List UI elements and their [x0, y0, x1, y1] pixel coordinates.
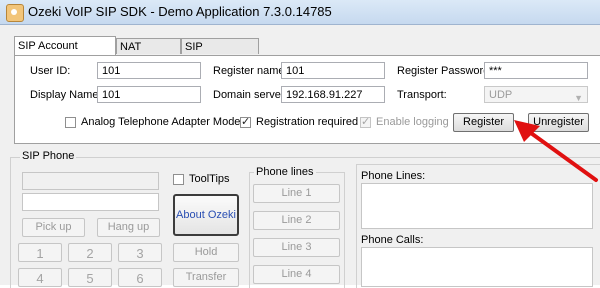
- line-1-button[interactable]: Line 1: [253, 184, 340, 203]
- keypad-button-5[interactable]: 5: [68, 268, 112, 287]
- dial-number-input[interactable]: [22, 193, 159, 211]
- app-window: Ozeki VoIP SIP SDK - Demo Application 7.…: [0, 0, 600, 288]
- keypad-button-4[interactable]: 4: [18, 268, 62, 287]
- transport-value: UDP: [489, 89, 513, 101]
- domain-server-label: Domain server:: [213, 89, 288, 101]
- title-bar[interactable]: Ozeki VoIP SIP SDK - Demo Application 7.…: [0, 0, 600, 25]
- line-2-button[interactable]: Line 2: [253, 211, 340, 230]
- phone-display-field: [22, 172, 159, 190]
- line-3-button[interactable]: Line 3: [253, 238, 340, 257]
- analog-adapter-checkbox[interactable]: [65, 117, 76, 128]
- phone-lines-group-title: Phone lines: [254, 166, 316, 178]
- registration-required-checkbox[interactable]: [240, 115, 251, 128]
- sip-phone-group-title: SIP Phone: [20, 150, 77, 162]
- display-name-label: Display Name:: [30, 89, 102, 101]
- about-ozeki-button[interactable]: About Ozeki: [173, 194, 239, 236]
- user-id-label: User ID:: [30, 65, 71, 77]
- domain-server-input[interactable]: 192.168.91.227: [281, 86, 385, 103]
- tab-nat-settings[interactable]: NAT Settings: [116, 38, 181, 69]
- register-password-label: Register Password:: [397, 65, 493, 77]
- hold-button[interactable]: Hold: [173, 243, 239, 262]
- keypad-button-3[interactable]: 3: [118, 243, 162, 262]
- registration-required-label: Registration required: [256, 116, 359, 128]
- phone-lines-list[interactable]: [361, 183, 593, 229]
- phone-calls-list[interactable]: [361, 247, 593, 287]
- arrow-shaft: [522, 126, 598, 182]
- phone-calls-list-label: Phone Calls:: [361, 234, 424, 246]
- transport-select[interactable]: UDP ▼: [484, 86, 588, 103]
- register-password-input[interactable]: ***: [484, 62, 588, 79]
- tooltips-checkbox[interactable]: [173, 174, 184, 185]
- keypad-button-1[interactable]: 1: [18, 243, 62, 262]
- keypad-button-2[interactable]: 2: [68, 243, 112, 262]
- register-name-input[interactable]: 101: [281, 62, 385, 79]
- tab-sip-account-settings[interactable]: SIP Account Settings: [14, 36, 116, 71]
- transfer-button[interactable]: Transfer: [173, 268, 239, 287]
- register-name-label: Register name:: [213, 65, 288, 77]
- enable-logging-label: Enable logging: [376, 116, 449, 128]
- pickup-button[interactable]: Pick up: [22, 218, 85, 237]
- display-name-input[interactable]: 101: [97, 86, 201, 103]
- keypad-button-6[interactable]: 6: [118, 268, 162, 287]
- hangup-button[interactable]: Hang up: [97, 218, 160, 237]
- red-arrow-annotation: [514, 120, 598, 182]
- line-4-button[interactable]: Line 4: [253, 265, 340, 284]
- analog-adapter-label: Analog Telephone Adapter Mode: [81, 116, 241, 128]
- app-icon: [6, 4, 24, 22]
- enable-logging-checkbox[interactable]: [360, 115, 371, 128]
- chevron-down-icon: ▼: [574, 93, 583, 103]
- transport-label: Transport:: [397, 89, 447, 101]
- register-button[interactable]: Register: [453, 113, 514, 132]
- tab-sip-messages[interactable]: SIP Messages: [181, 38, 259, 69]
- window-title: Ozeki VoIP SIP SDK - Demo Application 7.…: [28, 4, 332, 19]
- user-id-input[interactable]: 101: [97, 62, 201, 79]
- phone-lines-list-label: Phone Lines:: [361, 170, 426, 182]
- tooltips-label: ToolTips: [189, 173, 230, 185]
